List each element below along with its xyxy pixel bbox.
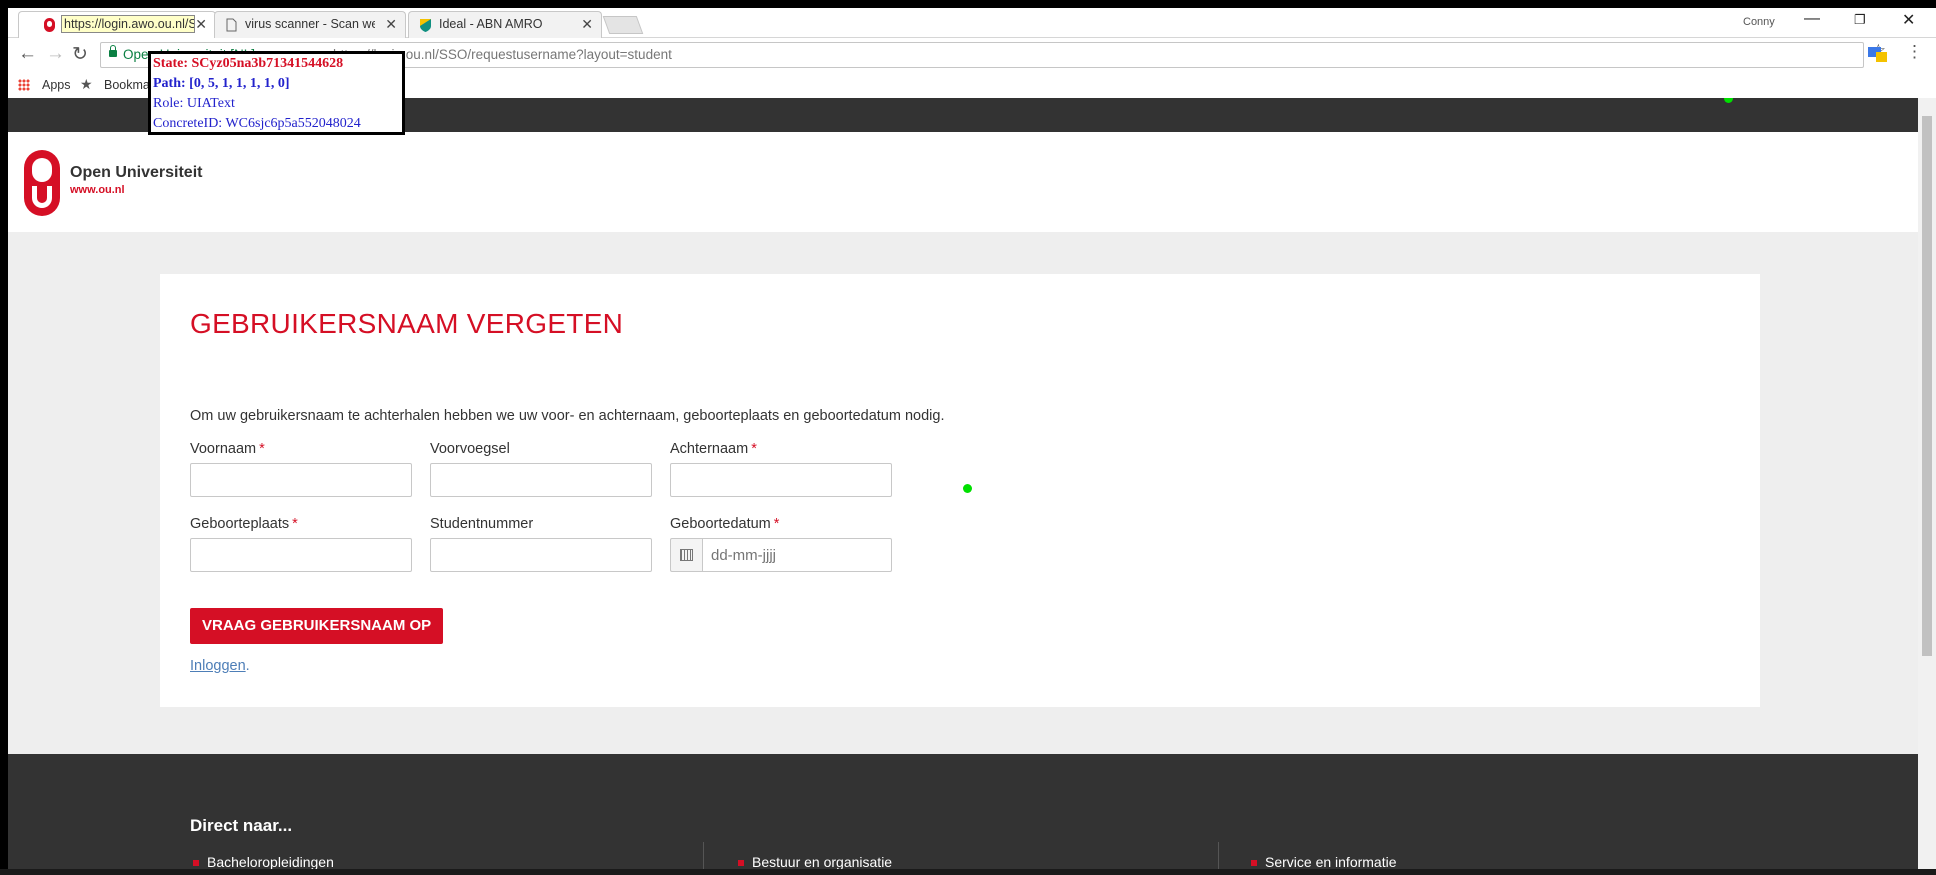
ou-logo-icon[interactable] bbox=[22, 148, 62, 218]
divider bbox=[1218, 842, 1219, 869]
tab-close-icon[interactable]: ✕ bbox=[195, 16, 207, 33]
extension-icon[interactable] bbox=[1868, 45, 1888, 63]
required-mark: * bbox=[259, 441, 265, 457]
page-title: GEBRUIKERSNAAM VERGETEN bbox=[190, 308, 624, 339]
minimize-icon[interactable]: — bbox=[1804, 10, 1820, 28]
brand-name: Open Universiteit bbox=[70, 164, 203, 181]
tab-title: virus scanner - Scan web bbox=[245, 17, 375, 31]
voornaam-label-text: Voornaam bbox=[190, 441, 257, 457]
profile-name[interactable]: Conny bbox=[1743, 16, 1775, 28]
studentnummer-label-text: Studentnummer bbox=[430, 516, 534, 532]
overlay-role: Role: UIAText bbox=[153, 96, 235, 111]
new-tab-button[interactable] bbox=[602, 16, 644, 34]
tab-title: Ideal - ABN AMRO bbox=[439, 17, 543, 31]
intro-text: Om uw gebruikersnaam te achterhalen hebb… bbox=[190, 408, 945, 424]
document-icon bbox=[226, 18, 237, 32]
star-icon: ★ bbox=[80, 76, 93, 92]
achternaam-label-text: Achternaam bbox=[670, 441, 749, 457]
tab-login[interactable]: https://login.awo.ou.nl/S ✕ bbox=[18, 11, 216, 38]
geboorteplaats-label-text: Geboorteplaats bbox=[190, 516, 290, 532]
required-mark: * bbox=[292, 516, 298, 532]
achternaam-label: Achternaam * bbox=[670, 441, 757, 457]
inspector-overlay: State: SCyz05na3b71341544628 Path: [0, 5… bbox=[148, 51, 405, 135]
apps-link[interactable]: Apps bbox=[42, 78, 71, 92]
studentnummer-label: Studentnummer bbox=[430, 516, 533, 532]
footer-title: Direct naar... bbox=[190, 816, 293, 835]
site-header: Open Universiteit www.ou.nl bbox=[8, 132, 1918, 232]
login-link-suffix: . bbox=[245, 658, 250, 674]
voornaam-label: Voornaam * bbox=[190, 441, 265, 457]
site-footer: Direct naar... Bacheloropleidingen Bestu… bbox=[8, 754, 1918, 869]
achternaam-input[interactable] bbox=[670, 463, 892, 497]
tab-strip: https://login.awo.ou.nl/S ✕ virus scanne… bbox=[8, 8, 1936, 38]
geboortedatum-label: Geboortedatum * bbox=[670, 516, 779, 532]
voornaam-input[interactable] bbox=[190, 463, 412, 497]
page-viewport: Open Universiteit www.ou.nl GEBRUIKERSNA… bbox=[8, 98, 1918, 869]
apps-grid-icon[interactable] bbox=[18, 79, 30, 91]
menu-kebab-icon[interactable]: ⋮ bbox=[1906, 42, 1923, 62]
overlay-path: Path: [0, 5, 1, 1, 1, 1, 0] bbox=[153, 76, 290, 91]
geboortedatum-input[interactable] bbox=[702, 538, 892, 572]
back-arrow-icon[interactable]: ← bbox=[18, 43, 37, 65]
taskbar bbox=[0, 869, 1936, 875]
geboorteplaats-input[interactable] bbox=[190, 538, 412, 572]
tab-abn-amro[interactable]: Ideal - ABN AMRO ✕ bbox=[408, 11, 602, 38]
brand-url[interactable]: www.ou.nl bbox=[70, 184, 125, 196]
geboortedatum-label-text: Geboortedatum bbox=[670, 516, 771, 532]
overlay-concrete-id: ConcreteID: WC6sjc6p5a552048024 bbox=[153, 116, 361, 131]
divider bbox=[703, 842, 704, 869]
voorvoegsel-label-text: Voorvoegsel bbox=[430, 441, 510, 457]
required-mark: * bbox=[773, 516, 780, 532]
abn-amro-shield-icon bbox=[420, 19, 431, 32]
tab-close-icon[interactable]: ✕ bbox=[385, 16, 397, 33]
footer-link[interactable]: Service en informatie bbox=[1251, 854, 1397, 869]
voorvoegsel-input[interactable] bbox=[430, 463, 652, 497]
tab-virus-scanner[interactable]: virus scanner - Scan web ✕ bbox=[214, 11, 406, 38]
scrollbar-thumb[interactable] bbox=[1922, 116, 1932, 656]
geboorteplaats-label: Geboorteplaats * bbox=[190, 516, 298, 532]
forward-arrow-icon[interactable]: → bbox=[46, 43, 65, 65]
tab-close-icon[interactable]: ✕ bbox=[581, 16, 593, 33]
reload-icon[interactable]: ↻ bbox=[72, 43, 88, 66]
calendar-button[interactable] bbox=[670, 538, 702, 572]
overlay-state: State: SCyz05na3b71341544628 bbox=[153, 56, 344, 71]
voorvoegsel-label: Voorvoegsel bbox=[430, 441, 510, 457]
browser-window: https://login.awo.ou.nl/S ✕ virus scanne… bbox=[8, 8, 1936, 869]
page-scrollbar[interactable] bbox=[1918, 98, 1936, 869]
studentnummer-input[interactable] bbox=[430, 538, 652, 572]
login-link[interactable]: Inloggen bbox=[190, 658, 246, 674]
lock-icon bbox=[109, 45, 117, 57]
cursor-marker bbox=[963, 484, 972, 493]
tab-title: https://login.awo.ou.nl/S bbox=[61, 15, 195, 33]
form-card: GEBRUIKERSNAAM VERGETEN Om uw gebruikers… bbox=[160, 274, 1760, 707]
required-mark: * bbox=[751, 441, 757, 457]
calendar-icon bbox=[680, 549, 693, 561]
close-window-icon[interactable]: ✕ bbox=[1902, 10, 1915, 30]
submit-button[interactable]: VRAAG GEBRUIKERSNAAM OP bbox=[190, 608, 444, 644]
restore-icon[interactable]: ❐ bbox=[1854, 12, 1866, 28]
footer-link[interactable]: Bacheloropleidingen bbox=[193, 854, 334, 869]
ou-favicon-icon bbox=[44, 18, 55, 32]
login-link-row: Inloggen. bbox=[190, 658, 250, 674]
footer-link[interactable]: Bestuur en organisatie bbox=[737, 854, 892, 869]
